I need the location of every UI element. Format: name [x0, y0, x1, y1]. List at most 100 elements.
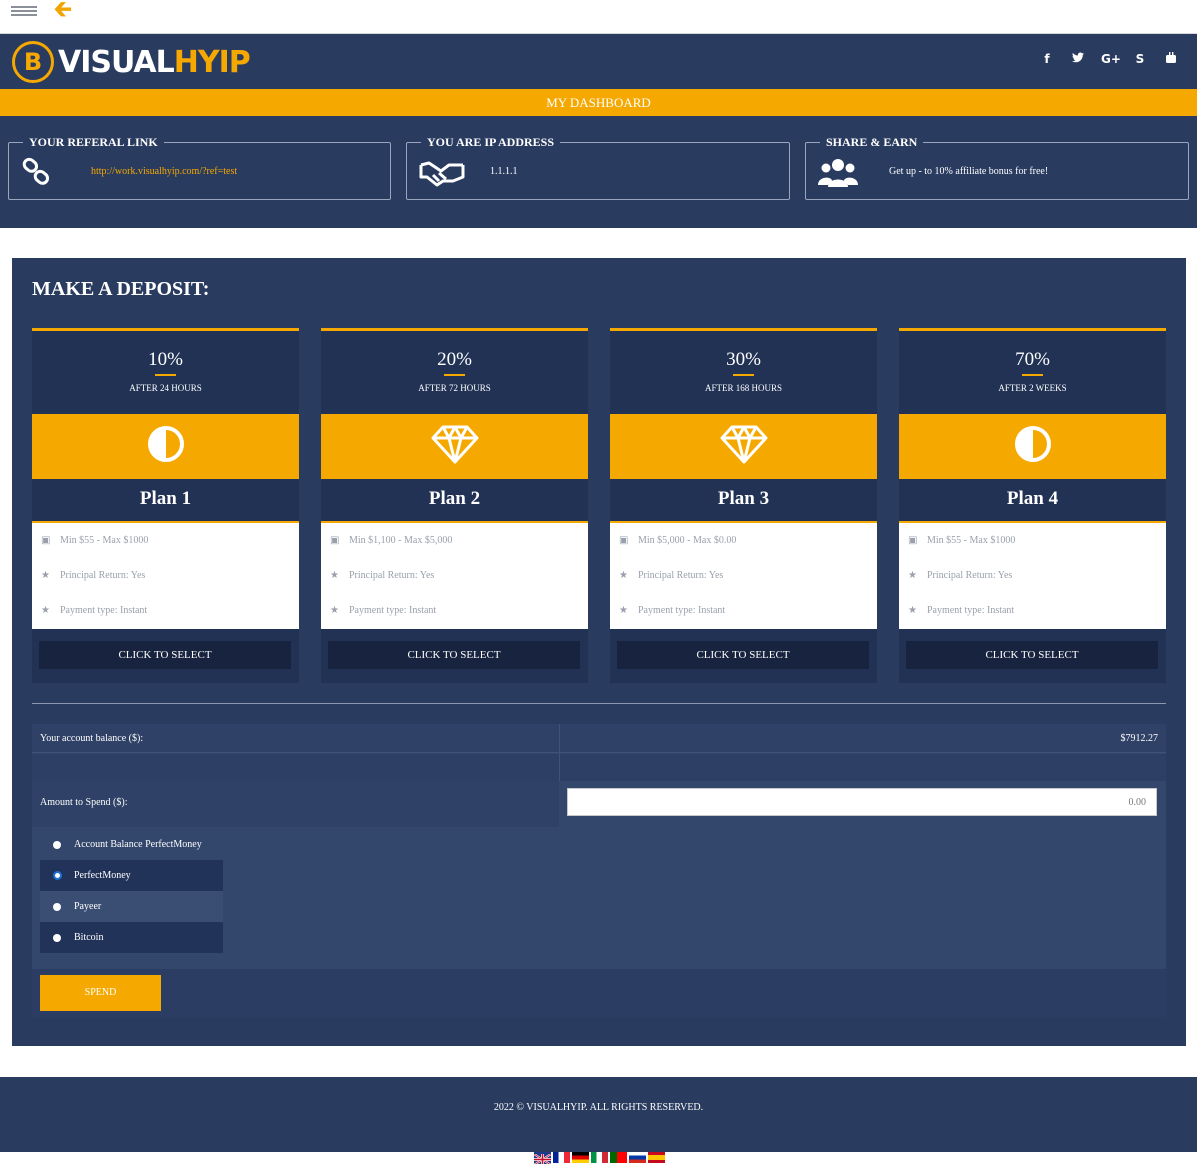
plan-divider	[155, 374, 176, 376]
half-circle-icon	[1013, 424, 1053, 469]
star-icon: ★	[908, 605, 917, 616]
plan-payment-row: ★ Payment type: Instant	[321, 593, 588, 628]
plan-payment-row: ★ Payment type: Instant	[899, 593, 1166, 628]
plan-features: ▣ Min $55 - Max $1000 ★ Principal Return: …	[32, 521, 299, 629]
money-icon: ▣	[330, 535, 340, 546]
share-earn-box: SHARE & EARN Get up - to 10% affiliate b…	[805, 134, 1189, 200]
flag-france-icon[interactable]	[553, 1152, 570, 1163]
referral-link-text[interactable]: http://work.visualhyip.com/?ref=test	[91, 166, 237, 177]
plan-principal: Principal Return: Yes	[638, 570, 724, 581]
plan-name: Plan 1	[139, 488, 192, 509]
plan-divider	[444, 374, 465, 376]
radio-button[interactable]	[40, 891, 74, 922]
select-plan-4-button[interactable]: CLICK TO SELECT	[906, 641, 1158, 669]
amount-input[interactable]: 0.00	[567, 788, 1157, 816]
payment-option-payeer[interactable]: Payeer	[40, 891, 223, 922]
social-links: f G+ S	[1039, 52, 1179, 66]
spend-button[interactable]: SPEND	[40, 975, 161, 1011]
plan-principal-row: ★ Principal Return: Yes	[321, 558, 588, 593]
my-dashboard-bar[interactable]: MY DASHBOARD	[0, 89, 1197, 116]
flag-russia-icon[interactable]	[629, 1152, 646, 1163]
logo-text-visual: VISUAL	[58, 44, 175, 80]
balance-label: Your account balance ($):	[40, 733, 144, 744]
deposit-form: Your account balance ($): $7912.27 Amoun…	[32, 724, 1166, 1018]
flag-uk-icon[interactable]	[533, 1152, 552, 1164]
logo-text-hyip: HYIP	[173, 44, 251, 80]
star-icon: ★	[619, 570, 628, 581]
select-plan-3-button[interactable]: CLICK TO SELECT	[617, 641, 869, 669]
payment-option-label: Bitcoin	[74, 932, 104, 943]
select-plan-2-button[interactable]: CLICK TO SELECT	[328, 641, 580, 669]
payment-option-label: Payeer	[74, 901, 102, 912]
plan-divider	[733, 374, 754, 376]
plan-percent: 10%	[148, 349, 183, 370]
plan-features: ▣ Min $5,000 - Max $0.00 ★ Principal Retur…	[610, 521, 877, 629]
youtube-icon[interactable]	[1163, 52, 1179, 66]
payment-option-label: PerfectMoney	[74, 870, 131, 881]
plan-percent: 20%	[437, 349, 472, 370]
plan-percent: 70%	[1015, 349, 1050, 370]
plan-range-row: ▣ Min $55 - Max $1000	[32, 523, 299, 558]
plan-range-row: ▣ Min $1,100 - Max $5,000	[321, 523, 588, 558]
twitter-icon[interactable]	[1070, 52, 1086, 66]
select-plan-1-button[interactable]: CLICK TO SELECT	[39, 641, 291, 669]
plan-range-row: ▣ Min $5,000 - Max $0.00	[610, 523, 877, 558]
ip-address-text: 1.1.1.1	[490, 166, 518, 177]
plan-icon-band	[610, 414, 877, 479]
balance-row: Your account balance ($): $7912.27	[32, 724, 1166, 753]
plan-principal: Principal Return: Yes	[349, 570, 435, 581]
plan-features: ▣ Min $1,100 - Max $5,000 ★ Principal Retu…	[321, 521, 588, 629]
footer: 2022 © VISUALHYIP. ALL RIGHTS RESERVED.	[0, 1077, 1197, 1152]
plan-payment: Payment type: Instant	[60, 605, 148, 616]
flag-spain-icon[interactable]	[648, 1152, 665, 1163]
money-icon: ▣	[908, 535, 918, 546]
hamburger-menu-icon[interactable]	[11, 4, 37, 20]
facebook-icon[interactable]: f	[1039, 52, 1055, 66]
money-icon: ▣	[41, 535, 51, 546]
spacer-row	[32, 754, 1166, 781]
half-circle-icon	[146, 424, 186, 469]
flag-italy-icon[interactable]	[591, 1152, 608, 1163]
section-divider	[32, 703, 1166, 704]
back-arrow-icon[interactable]: 🡰	[54, 0, 72, 21]
bitcoin-logo-icon: B	[12, 41, 54, 83]
radio-button[interactable]	[40, 829, 74, 860]
make-deposit-panel: MAKE A DEPOSIT: 10% AFTER 24 HOURS Plan …	[12, 258, 1186, 1046]
money-icon: ▣	[619, 535, 629, 546]
plan-payment: Payment type: Instant	[638, 605, 726, 616]
logo[interactable]: B VISUALHYIP	[12, 40, 251, 84]
plan-payment-row: ★ Payment type: Instant	[610, 593, 877, 628]
payment-option-perfectmoney[interactable]: PerfectMoney	[40, 860, 223, 891]
skype-icon[interactable]: S	[1132, 52, 1148, 66]
radio-button-selected[interactable]	[40, 860, 74, 891]
flag-portugal-icon[interactable]	[610, 1152, 627, 1163]
amount-row: Amount to Spend ($):	[32, 781, 559, 827]
plan-range: Min $55 - Max $1000	[60, 535, 149, 546]
plan-principal: Principal Return: Yes	[927, 570, 1013, 581]
radio-button[interactable]	[40, 922, 74, 953]
plan-card-3: 30% AFTER 168 HOURS Plan 3 ▣ Min $5,000 -…	[610, 328, 877, 683]
plan-divider	[1022, 374, 1043, 376]
copyright-text: 2022 © VISUALHYIP. ALL RIGHTS RESERVED.	[493, 1102, 704, 1113]
plan-principal: Principal Return: Yes	[60, 570, 146, 581]
users-icon	[818, 157, 858, 189]
referral-link-box: YOUR REFERAL LINK http://work.visualhyip…	[8, 134, 391, 200]
plan-card-1: 10% AFTER 24 HOURS Plan 1 ▣ Min $55 - Max…	[32, 328, 299, 683]
payment-option-account-balance[interactable]: Account Balance PerfectMoney	[40, 829, 223, 860]
plan-icon-band	[321, 414, 588, 479]
plan-period: AFTER 168 HOURS	[704, 383, 782, 393]
referral-link-title: YOUR REFERAL LINK	[23, 134, 164, 150]
plan-card-4: 70% AFTER 2 WEEKS Plan 4 ▣ Min $55 - Max …	[899, 328, 1166, 683]
payment-option-bitcoin[interactable]: Bitcoin	[40, 922, 223, 953]
column-divider	[559, 724, 560, 781]
google-plus-icon[interactable]: G+	[1101, 52, 1121, 66]
logo-text: VISUALHYIP	[58, 44, 251, 80]
amount-label: Amount to Spend ($):	[40, 797, 128, 808]
plan-payment: Payment type: Instant	[349, 605, 437, 616]
diamond-icon	[720, 424, 768, 469]
balance-value: $7912.27	[1120, 733, 1159, 744]
plan-principal-row: ★ Principal Return: Yes	[899, 558, 1166, 593]
plan-features: ▣ Min $55 - Max $1000 ★ Principal Return: …	[899, 521, 1166, 629]
plan-period: AFTER 2 WEEKS	[998, 383, 1067, 393]
flag-germany-icon[interactable]	[572, 1152, 589, 1163]
